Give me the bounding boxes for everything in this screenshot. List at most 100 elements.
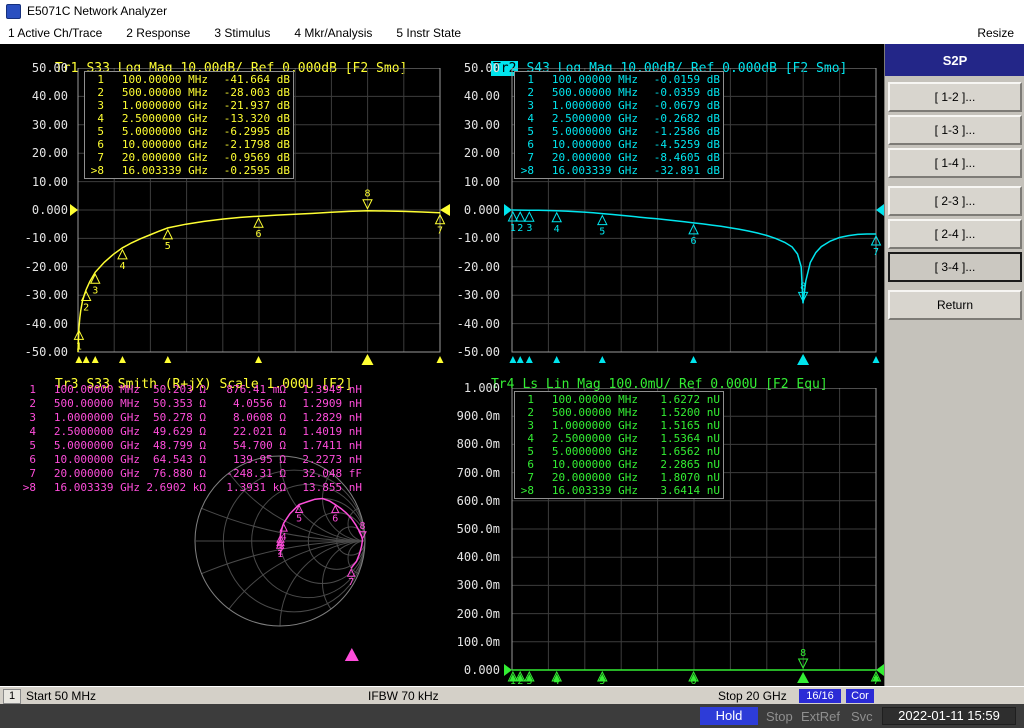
y-axis-label: -20.00 bbox=[24, 259, 68, 274]
marker-row: 2 500.00000 MHz 50.353 Ω 4.0556 Ω 1.2909 nH bbox=[29, 397, 362, 410]
y-axis-label: 40.00 bbox=[31, 89, 68, 104]
svg-text:6: 6 bbox=[332, 514, 338, 525]
marker-row: 7 20.000000 GHz 1.8070 nU bbox=[527, 471, 720, 484]
y-axis-label: -10.00 bbox=[24, 231, 68, 246]
svg-text:6: 6 bbox=[691, 236, 697, 247]
menu-item-response[interactable]: 2 Response bbox=[126, 26, 190, 40]
svg-text:7: 7 bbox=[348, 577, 354, 588]
softkey-1-2[interactable]: [ 1-2 ]... bbox=[888, 82, 1022, 112]
y-axis-label: -50.00 bbox=[24, 345, 68, 359]
start-frequency: Start 50 MHz bbox=[26, 689, 97, 703]
reference-level-arrow-left bbox=[504, 204, 512, 216]
marker-row: 1 100.00000 MHz 50.203 Ω 876.41 mΩ 1.3949 nH bbox=[29, 383, 362, 396]
svg-text:2: 2 bbox=[83, 303, 89, 314]
softkey-menu-title: S2P bbox=[885, 44, 1024, 76]
svg-text:6: 6 bbox=[256, 229, 262, 240]
marker-row: 5 5.0000000 GHz -6.2995 dB bbox=[97, 125, 290, 138]
y-axis-label: 500.0m bbox=[456, 522, 500, 536]
marker-row: 7 20.000000 GHz -8.4605 dB bbox=[527, 151, 720, 164]
svg-text:5: 5 bbox=[599, 227, 605, 238]
datetime-display: 2022-01-11 15:59 bbox=[882, 707, 1016, 725]
tr3-stimulus-marker bbox=[344, 648, 359, 661]
marker-row: 1 100.00000 MHz 1.6272 nU bbox=[527, 393, 720, 406]
y-axis-label: 1.000 bbox=[463, 381, 500, 395]
y-axis-label: 700.0m bbox=[456, 465, 500, 480]
tr1-marker-table: 1 100.00000 MHz -41.664 dB 2 500.00000 MHz -2… bbox=[84, 71, 294, 179]
y-axis-label: -40.00 bbox=[24, 316, 68, 331]
y-axis-label: 20.00 bbox=[31, 146, 68, 161]
y-axis-label: 900.0m bbox=[456, 409, 500, 424]
svg-text:7: 7 bbox=[873, 247, 879, 258]
status-bar: 1 Start 50 MHz IFBW 70 kHz Stop 20 GHz 1… bbox=[0, 686, 1024, 704]
svg-text:8: 8 bbox=[360, 521, 366, 532]
y-axis-label: 800.0m bbox=[456, 437, 500, 452]
marker-row: 3 1.0000000 GHz 50.278 Ω 8.0608 Ω 1.2829 nH bbox=[29, 411, 362, 424]
menu-item-stimulus[interactable]: 3 Stimulus bbox=[214, 26, 270, 40]
reference-level-arrow-left bbox=[504, 664, 512, 676]
resize-button[interactable]: Resize bbox=[977, 26, 1014, 40]
y-axis-label: 0.000 bbox=[31, 203, 68, 217]
svg-text:1: 1 bbox=[510, 223, 516, 234]
y-axis-label: 10.00 bbox=[31, 174, 68, 189]
marker-row: 4 2.5000000 GHz 1.5364 nU bbox=[527, 432, 720, 445]
y-axis-label: 100.0m bbox=[456, 634, 500, 649]
svg-text:4: 4 bbox=[119, 261, 125, 272]
tr4-marker-table: 1 100.00000 MHz 1.6272 nU 2 500.00000 MHz 1.5… bbox=[514, 391, 724, 499]
marker-row: >8 16.003339 GHz 3.6414 nU bbox=[520, 484, 720, 497]
y-axis-label: -30.00 bbox=[24, 288, 68, 303]
svg-text:5: 5 bbox=[165, 241, 171, 252]
svg-text:1: 1 bbox=[76, 341, 82, 352]
svg-text:2: 2 bbox=[517, 223, 523, 234]
marker-row: 6 10.000000 GHz -2.1798 dB bbox=[97, 138, 290, 151]
marker-row: 2 500.00000 MHz -0.0359 dB bbox=[527, 86, 720, 99]
correction-status: Cor bbox=[846, 689, 874, 703]
menu-bar: 1 Active Ch/Trace 2 Response 3 Stimulus 4 M… bbox=[0, 22, 1024, 44]
menu-item-mkr-analysis[interactable]: 4 Mkr/Analysis bbox=[294, 26, 372, 40]
display-area: Tr1S33 Log Mag 10.00dB/ Ref 0.000dB [F2 … bbox=[0, 44, 884, 686]
softkey-return[interactable]: Return bbox=[888, 290, 1022, 320]
marker-row: 4 2.5000000 GHz 49.629 Ω 22.021 Ω 1.4019 nH bbox=[29, 425, 362, 438]
marker-row: 2 500.00000 MHz 1.5200 nU bbox=[527, 406, 720, 419]
menu-item-instr-state[interactable]: 5 Instr State bbox=[396, 26, 461, 40]
marker-row: 2 500.00000 MHz -28.003 dB bbox=[97, 86, 290, 99]
svg-text:4: 4 bbox=[554, 224, 560, 235]
averaging-counter: 16/16 bbox=[799, 689, 841, 703]
y-axis-label: 300.0m bbox=[456, 578, 500, 593]
tr1-y-axis: 50.00 40.00 30.00 20.00 10.00 0.000 -10.00 -20.… bbox=[22, 44, 68, 686]
svg-text:8: 8 bbox=[800, 281, 806, 292]
system-bar: Hold Stop ExtRef Svc 2022-01-11 15:59 bbox=[0, 704, 1024, 728]
marker-row: 5 5.0000000 GHz -1.2586 dB bbox=[527, 125, 720, 138]
reference-level-arrow-left bbox=[70, 204, 78, 216]
softkey-panel: S2P [ 1-2 ]...[ 1-3 ]...[ 1-4 ]... [ 2-3 … bbox=[884, 44, 1024, 686]
softkey-1-3[interactable]: [ 1-3 ]... bbox=[888, 115, 1022, 145]
svg-text:5: 5 bbox=[296, 514, 302, 525]
marker-row: 7 20.000000 GHz -0.9569 dB bbox=[97, 151, 290, 164]
marker-row: >8 16.003339 GHz -0.2595 dB bbox=[90, 164, 290, 177]
marker-row: 1 100.00000 MHz -41.664 dB bbox=[97, 73, 290, 86]
svg-text:3: 3 bbox=[526, 223, 532, 234]
softkey-2-4[interactable]: [ 2-4 ]... bbox=[888, 219, 1022, 249]
marker-row: 4 2.5000000 GHz -13.320 dB bbox=[97, 112, 290, 125]
y-axis-label: 600.0m bbox=[456, 493, 500, 508]
marker-row: 5 5.0000000 GHz 1.6562 nU bbox=[527, 445, 720, 458]
svc-indicator: Svc bbox=[851, 709, 873, 724]
softkey-2-3[interactable]: [ 2-3 ]... bbox=[888, 186, 1022, 216]
trigger-hold-button[interactable]: Hold bbox=[700, 707, 758, 725]
marker-row: 6 10.000000 GHz -4.5259 dB bbox=[527, 138, 720, 151]
svg-text:8: 8 bbox=[364, 189, 370, 200]
menu-items: 1 Active Ch/Trace 2 Response 3 Stimulus 4 M… bbox=[8, 26, 485, 40]
channel-indicator: 1 bbox=[3, 689, 21, 704]
svg-text:8: 8 bbox=[800, 648, 806, 659]
softkey-3-4[interactable]: [ 3-4 ]... bbox=[888, 252, 1022, 282]
menu-item-active-ch-trace[interactable]: 1 Active Ch/Trace bbox=[8, 26, 102, 40]
marker-row: 6 10.000000 GHz 2.2865 nU bbox=[527, 458, 720, 471]
softkey-1-4[interactable]: [ 1-4 ]... bbox=[888, 148, 1022, 178]
analyzer-screen: E5071C Network Analyzer 1 Active Ch/Trac… bbox=[0, 0, 1024, 728]
marker-row: >8 16.003339 GHz -32.891 dB bbox=[520, 164, 720, 177]
marker-row: 3 1.0000000 GHz -0.0679 dB bbox=[527, 99, 720, 112]
y-axis-label: 400.0m bbox=[456, 550, 500, 565]
stop-indicator: Stop bbox=[766, 709, 793, 724]
svg-text:4: 4 bbox=[281, 532, 287, 543]
marker-row: 3 1.0000000 GHz -21.937 dB bbox=[97, 99, 290, 112]
marker-row: 1 100.00000 MHz -0.0159 dB bbox=[527, 73, 720, 86]
